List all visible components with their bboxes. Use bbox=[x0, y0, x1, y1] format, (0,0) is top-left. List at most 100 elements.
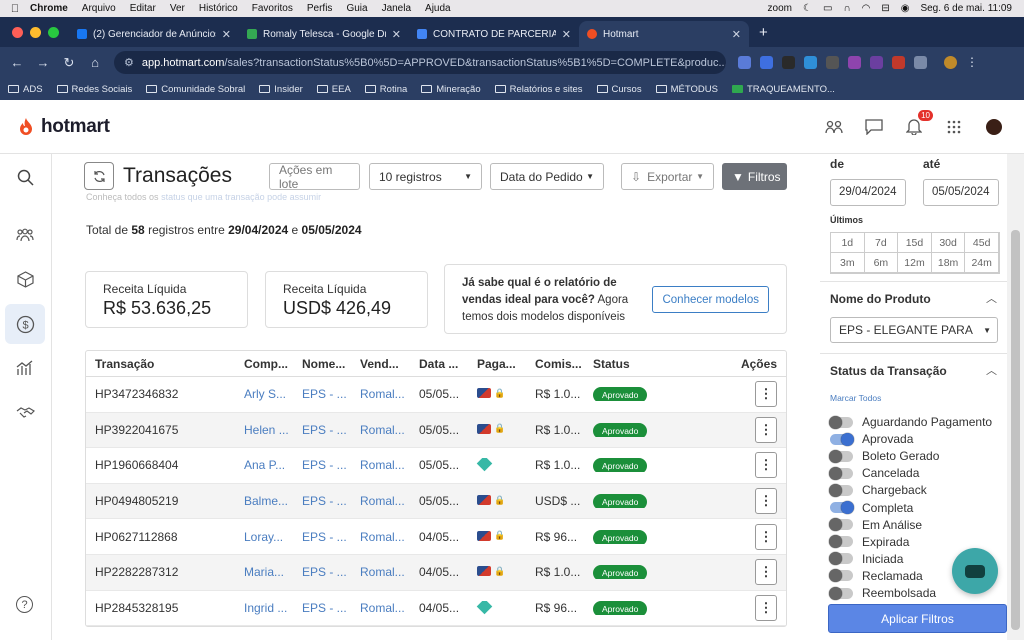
product-link[interactable]: EPS - ... bbox=[293, 423, 351, 437]
menu-ver[interactable]: Ver bbox=[170, 3, 185, 14]
menu-editar[interactable]: Editar bbox=[130, 3, 156, 14]
close-icon[interactable]: ✕ bbox=[562, 28, 571, 41]
refresh-button[interactable] bbox=[84, 162, 114, 190]
toggle-switch[interactable] bbox=[830, 501, 854, 514]
new-tab-button[interactable]: + bbox=[749, 24, 778, 47]
close-icon[interactable]: ✕ bbox=[222, 28, 231, 41]
extension-icon[interactable] bbox=[892, 56, 905, 69]
hotmart-logo[interactable]: hotmart bbox=[16, 116, 110, 138]
apps-grid-icon[interactable] bbox=[944, 117, 964, 137]
toggle-switch[interactable] bbox=[829, 466, 853, 480]
search-icon[interactable] bbox=[5, 157, 45, 197]
back-icon[interactable]: ← bbox=[4, 55, 30, 70]
toggle-switch[interactable] bbox=[829, 449, 853, 463]
product-link[interactable]: EPS - ... bbox=[293, 494, 351, 508]
toggle-switch[interactable] bbox=[829, 518, 853, 532]
seller-link[interactable]: Romal... bbox=[351, 601, 410, 615]
range-12m-button[interactable]: 12m bbox=[898, 253, 932, 273]
col-seller[interactable]: Vend... bbox=[351, 357, 410, 371]
chevron-up-icon[interactable]: ︿ bbox=[986, 290, 997, 306]
col-date[interactable]: Data ... bbox=[410, 357, 468, 371]
status-toggle[interactable]: Iniciada bbox=[829, 552, 903, 566]
zoom-status[interactable]: zoom bbox=[768, 3, 792, 14]
status-toggle[interactable]: Boleto Gerado bbox=[829, 449, 939, 463]
buyer-link[interactable]: Balme... bbox=[235, 494, 293, 508]
table-row[interactable]: HP0627112868 Loray... EPS - ... Romal... 04/… bbox=[86, 519, 786, 555]
bookmark-eea[interactable]: EEA bbox=[316, 84, 351, 95]
table-row[interactable]: HP1960668404 Ana P... EPS - ... Romal... 05/… bbox=[86, 448, 786, 484]
transaction-id[interactable]: HP0494805219 bbox=[86, 494, 235, 508]
users-icon[interactable] bbox=[824, 117, 844, 137]
moon-icon[interactable]: ☾ bbox=[803, 3, 812, 14]
close-icon[interactable]: ✕ bbox=[732, 28, 741, 41]
status-toggle[interactable]: Reembolsada bbox=[829, 586, 936, 600]
sales-dollar-icon[interactable]: $ bbox=[5, 304, 45, 344]
chevron-up-icon[interactable]: ︿ bbox=[986, 362, 997, 378]
bookmark-comunidade[interactable]: Comunidade Sobral bbox=[146, 84, 245, 95]
headphones-icon[interactable]: ∩ bbox=[843, 3, 850, 14]
control-center-icon[interactable]: ⊟ bbox=[881, 3, 889, 14]
col-transaction[interactable]: Transação bbox=[86, 357, 235, 371]
table-row[interactable]: HP3472346832 Arly S... EPS - ... Romal... 05… bbox=[86, 377, 786, 413]
toggle-switch[interactable] bbox=[829, 483, 853, 497]
profile-avatar[interactable] bbox=[944, 56, 957, 69]
bookmark-relatorios[interactable]: Relatórios e sites bbox=[494, 84, 583, 95]
toggle-switch[interactable] bbox=[829, 569, 853, 583]
menu-ajuda[interactable]: Ajuda bbox=[425, 3, 451, 14]
row-actions-button[interactable]: ⋮ bbox=[755, 559, 777, 586]
menu-perfis[interactable]: Perfis bbox=[307, 3, 333, 14]
extension-icon[interactable] bbox=[826, 56, 839, 69]
scrollbar[interactable] bbox=[1007, 154, 1024, 640]
transaction-id[interactable]: HP3922041675 bbox=[86, 423, 235, 437]
support-chat-button[interactable] bbox=[952, 548, 998, 594]
product-box-icon[interactable] bbox=[5, 259, 45, 299]
buyer-link[interactable]: Ingrid ... bbox=[235, 601, 293, 615]
wifi-icon[interactable]: ◠ bbox=[862, 3, 871, 14]
row-actions-button[interactable]: ⋮ bbox=[755, 594, 777, 621]
mark-all-link[interactable]: Marcar Todos bbox=[830, 393, 881, 403]
product-link[interactable]: EPS - ... bbox=[293, 601, 351, 615]
bookmark-traqueamento[interactable]: TRAQUEAMENTO... bbox=[731, 84, 835, 95]
clock-text[interactable]: Seg. 6 de mai. 11:09 bbox=[920, 3, 1012, 14]
product-select[interactable]: EPS - ELEGANTE PARA ▼ bbox=[830, 317, 998, 343]
col-buyer[interactable]: Comp... bbox=[235, 357, 293, 371]
table-row[interactable]: HP3922041675 Helen ... EPS - ... Romal... 05… bbox=[86, 412, 786, 449]
extension-icon[interactable] bbox=[804, 56, 817, 69]
bookmark-redes-sociais[interactable]: Redes Sociais bbox=[56, 84, 132, 95]
status-toggle[interactable]: Cancelada bbox=[829, 466, 919, 480]
table-row[interactable]: HP2845328195 Ingrid ... EPS - ... Romal... 0… bbox=[86, 591, 786, 627]
puzzle-icon[interactable] bbox=[914, 56, 927, 69]
col-status[interactable]: Status bbox=[584, 357, 699, 371]
home-icon[interactable]: ⌂ bbox=[82, 55, 108, 70]
toggle-switch[interactable] bbox=[829, 535, 853, 549]
transaction-id[interactable]: HP0627112868 bbox=[86, 530, 235, 544]
menu-janela[interactable]: Janela bbox=[382, 3, 411, 14]
range-30d-button[interactable]: 30d bbox=[931, 233, 966, 253]
date-type-select[interactable]: Data do Pedido ▼ bbox=[490, 163, 604, 190]
menu-guia[interactable]: Guia bbox=[346, 3, 367, 14]
analytics-icon[interactable] bbox=[5, 348, 45, 388]
help-icon[interactable]: ? bbox=[16, 596, 33, 613]
extension-icon[interactable] bbox=[782, 56, 795, 69]
col-payment[interactable]: Paga... bbox=[468, 357, 526, 371]
toggle-switch[interactable] bbox=[829, 415, 853, 429]
more-vert-icon[interactable]: ⋮ bbox=[966, 56, 978, 69]
handshake-icon[interactable] bbox=[5, 392, 45, 432]
range-45d-button[interactable]: 45d bbox=[965, 233, 999, 253]
display-icon[interactable]: ▭ bbox=[823, 3, 832, 14]
toggle-switch[interactable] bbox=[829, 586, 853, 600]
zoom-window-button[interactable] bbox=[48, 27, 59, 38]
export-button[interactable]: ⇩ Exportar ▼ bbox=[621, 163, 714, 190]
buyer-link[interactable]: Helen ... bbox=[235, 423, 293, 437]
address-bar[interactable]: ⚙ app.hotmart.com/sales?transactionStatu… bbox=[114, 51, 726, 74]
extension-icon[interactable] bbox=[760, 56, 773, 69]
seller-link[interactable]: Romal... bbox=[351, 494, 410, 508]
bookmark-cursos[interactable]: Cursos bbox=[596, 84, 642, 95]
extension-icon[interactable] bbox=[870, 56, 883, 69]
menu-favoritos[interactable]: Favoritos bbox=[252, 3, 293, 14]
product-link[interactable]: EPS - ... bbox=[293, 565, 351, 579]
minimize-window-button[interactable] bbox=[30, 27, 41, 38]
status-toggle[interactable]: Reclamada bbox=[829, 569, 923, 583]
forward-icon[interactable]: → bbox=[30, 55, 56, 70]
menu-app-name[interactable]: Chrome bbox=[30, 3, 68, 14]
